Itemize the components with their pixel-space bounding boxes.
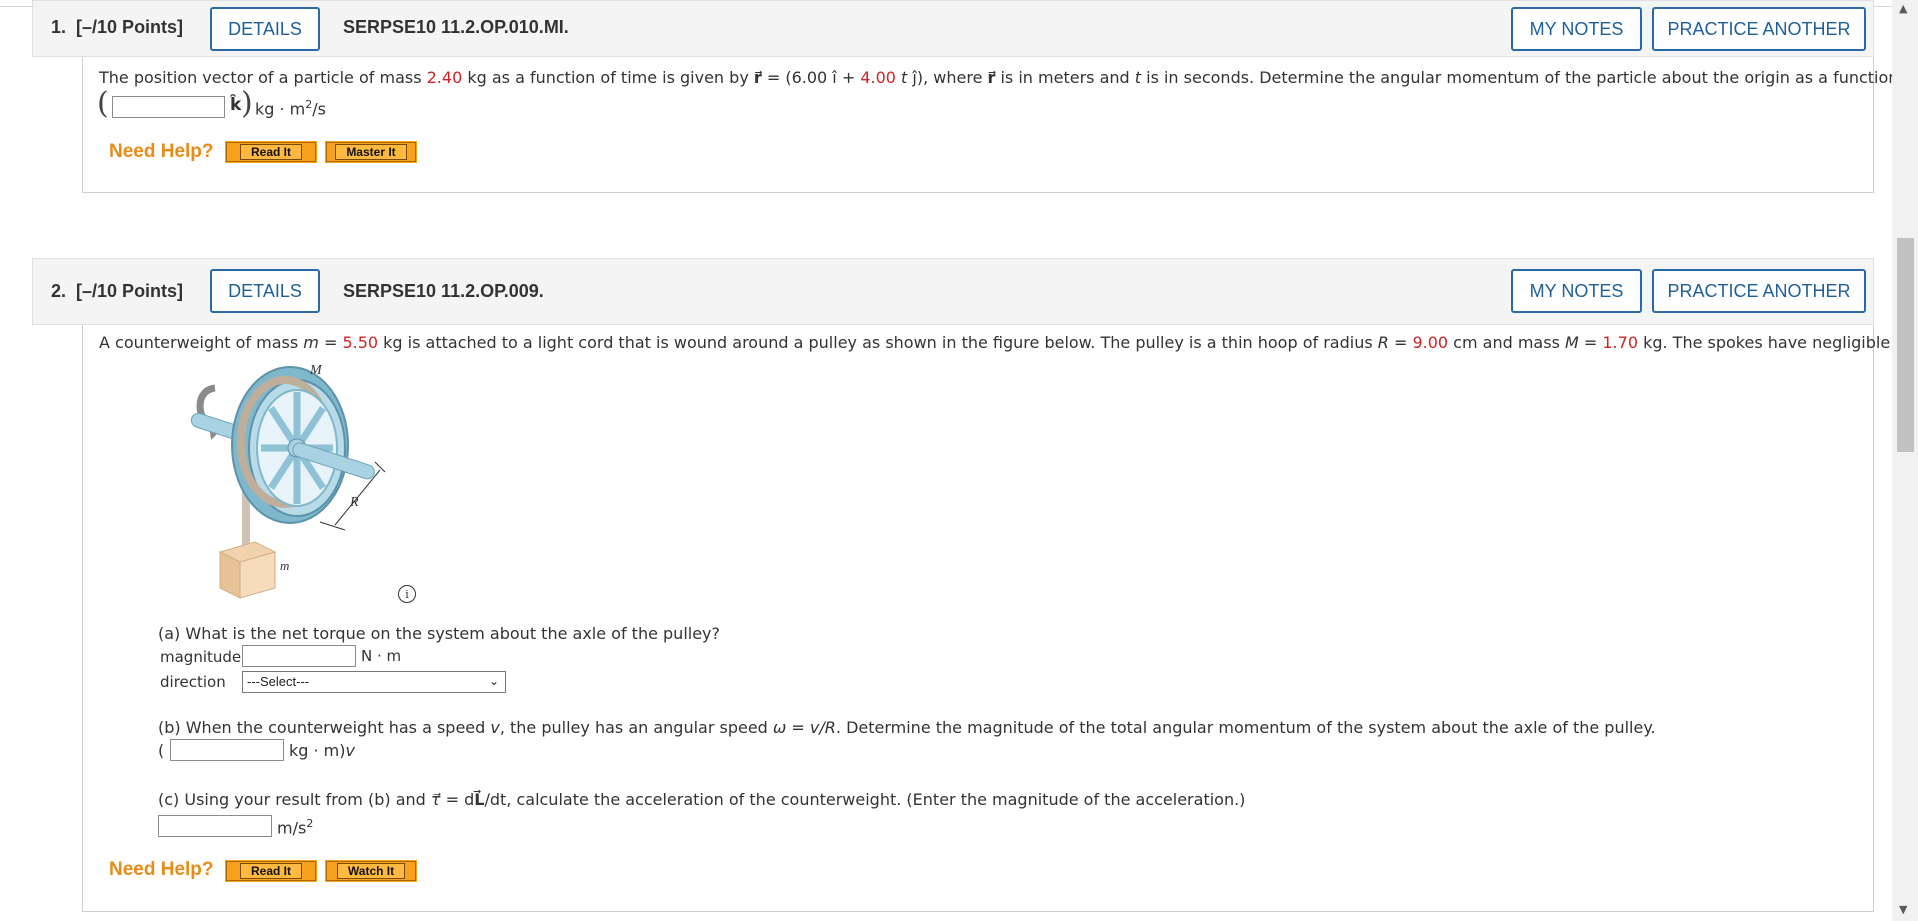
acceleration-input[interactable]	[158, 815, 272, 837]
question-code: SERPSE10 11.2.OP.009.	[343, 281, 544, 301]
my-notes-button[interactable]: MY NOTES	[1511, 269, 1642, 313]
direction-label: direction	[160, 673, 226, 691]
part-b-unit: kg · m)v	[289, 741, 355, 760]
svg-text:M: M	[309, 363, 323, 378]
practice-another-button[interactable]: PRACTICE ANOTHER	[1652, 269, 1866, 313]
practice-another-button[interactable]: PRACTICE ANOTHER	[1652, 7, 1866, 51]
q1-unit: kg · m2/s	[255, 98, 326, 119]
question-2-prompt: A counterweight of mass m = 5.50 kg is a…	[99, 333, 1918, 352]
svg-text:R: R	[349, 495, 359, 510]
scroll-thumb[interactable]	[1897, 238, 1914, 452]
question-2-number: 2. [–/10 Points]	[51, 281, 184, 301]
question-2-header: 2. [–/10 Points] DETAILS SERPSE10 11.2.O…	[32, 258, 1874, 325]
q1-answer-input[interactable]	[112, 96, 225, 118]
part-b-prompt: (b) When the counterweight has a speed v…	[158, 718, 1656, 737]
read-it-button[interactable]: Read It	[225, 860, 317, 882]
details-button[interactable]: DETAILS	[210, 269, 320, 313]
need-help-label: Need Help?	[109, 859, 214, 880]
pulley-figure: R M m	[190, 363, 386, 599]
direction-select[interactable]: ---Select--- ⌄	[242, 671, 506, 693]
details-button[interactable]: DETAILS	[210, 7, 320, 51]
read-it-button[interactable]: Read It	[225, 141, 317, 163]
master-it-button[interactable]: Master It	[325, 141, 417, 163]
question-1-prompt: The position vector of a particle of mas…	[99, 68, 1918, 87]
scroll-down-icon[interactable]: ▼	[1899, 903, 1907, 916]
magnitude-label: magnitude	[160, 648, 242, 666]
question-1-number: 1. [–/10 Points]	[51, 17, 184, 37]
scrollbar[interactable]: ▲ ▼	[1892, 0, 1918, 921]
part-b-open-paren: (	[158, 741, 165, 760]
open-paren: (	[97, 86, 109, 121]
info-icon[interactable]: i	[398, 585, 416, 603]
magnitude-input[interactable]	[242, 645, 356, 667]
angular-momentum-input[interactable]	[170, 739, 284, 761]
part-c-unit: m/s2	[277, 817, 314, 838]
part-a-prompt: (a) What is the net torque on the system…	[158, 624, 721, 643]
my-notes-button[interactable]: MY NOTES	[1511, 7, 1642, 51]
question-code: SERPSE10 11.2.OP.010.MI.	[343, 17, 569, 37]
scroll-up-icon[interactable]: ▲	[1899, 2, 1907, 15]
need-help-label: Need Help?	[109, 141, 214, 162]
close-paren: )	[241, 86, 253, 121]
chevron-down-icon: ⌄	[488, 674, 499, 688]
part-c-prompt: (c) Using your result from (b) and τ⃗ = …	[158, 790, 1246, 809]
svg-text:m: m	[280, 558, 289, 573]
magnitude-unit: N · m	[361, 647, 402, 665]
k-hat: k̂	[230, 95, 242, 115]
question-1-header: 1. [–/10 Points] DETAILS SERPSE10 11.2.O…	[32, 0, 1874, 57]
watch-it-button[interactable]: Watch It	[325, 860, 417, 882]
